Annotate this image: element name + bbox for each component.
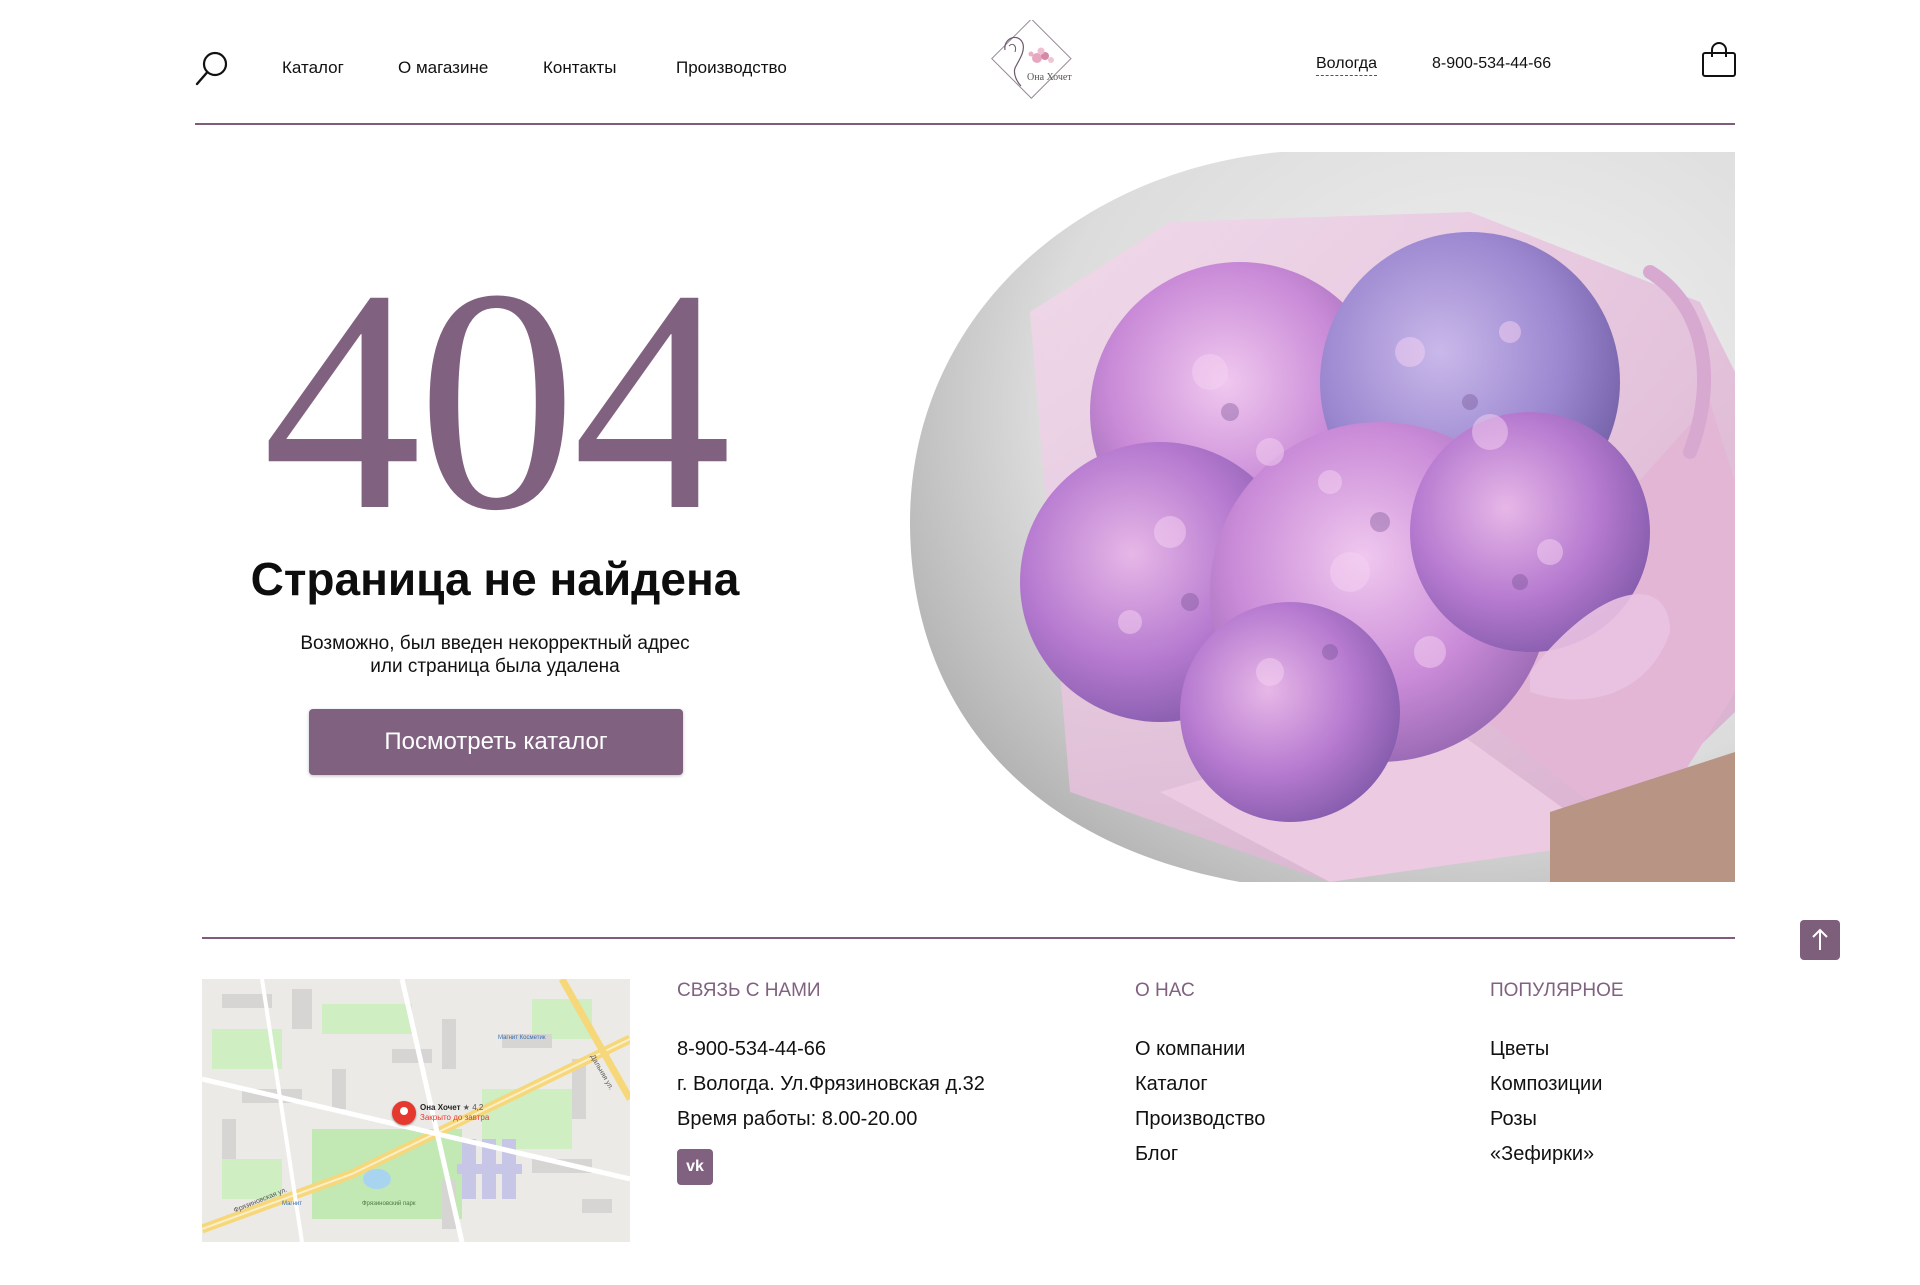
nav-about-store[interactable]: О магазине: [398, 58, 488, 78]
footer-link-company[interactable]: О компании: [1135, 1038, 1245, 1061]
vk-icon[interactable]: vk: [677, 1149, 713, 1185]
nav-contacts[interactable]: Контакты: [543, 58, 616, 78]
error-description: Возможно, был введен некорректный адрес …: [195, 632, 795, 678]
search-icon: [195, 51, 228, 86]
map-pin-icon[interactable]: [392, 1101, 416, 1125]
cart-button[interactable]: [1700, 42, 1738, 80]
error-code: 404: [262, 224, 732, 576]
map-place-name: Она Хочет: [420, 1103, 461, 1112]
error-description-line-2: или страница была удалена: [370, 656, 620, 677]
footer-divider: [202, 937, 1735, 939]
map-place-rating: ★ 4,2: [462, 1103, 484, 1112]
popular-title: ПОПУЛЯРНОЕ: [1490, 980, 1624, 1001]
footer-link-catalog[interactable]: Каталог: [1135, 1073, 1208, 1096]
header-phone[interactable]: 8-900-534-44-66: [1432, 55, 1551, 73]
location-map[interactable]: Фрязиновская ул. Дальняя ул. Фрязиновски…: [202, 979, 630, 1242]
footer-phone[interactable]: 8-900-534-44-66: [677, 1038, 826, 1061]
footer-link-compositions[interactable]: Композиции: [1490, 1073, 1602, 1096]
page-title: Страница не найдена: [250, 553, 740, 605]
header-divider: [195, 123, 1735, 125]
footer-link-blog[interactable]: Блог: [1135, 1143, 1178, 1166]
scroll-to-top-button[interactable]: [1800, 920, 1840, 960]
arrow-up-icon: [1812, 928, 1828, 950]
map-place-status: Закрыто до завтра: [420, 1113, 490, 1122]
logo[interactable]: Она Хочет: [975, 18, 1075, 110]
search-button[interactable]: [194, 48, 230, 88]
hydrangea-bouquet-image: [910, 152, 1735, 882]
map-label-park: Фрязиновский парк: [362, 1201, 416, 1207]
footer-link-roses[interactable]: Розы: [1490, 1108, 1537, 1131]
logo-text: Она Хочет: [1027, 72, 1072, 83]
city-selector[interactable]: Вологда: [1316, 55, 1377, 76]
map-label-shop: Магнит: [282, 1201, 303, 1207]
map-label-shop-2: Магнит Косметик: [498, 1035, 546, 1041]
footer-hours: Время работы: 8.00-20.00: [677, 1108, 918, 1130]
footer-address: г. Вологда. Ул.Фрязиновская д.32: [677, 1073, 985, 1095]
error-description-line-1: Возможно, был введен некорректный адрес: [300, 633, 690, 654]
view-catalog-button[interactable]: Посмотреть каталог: [309, 709, 683, 775]
footer-link-production[interactable]: Производство: [1135, 1108, 1265, 1131]
nav-production[interactable]: Производство: [676, 58, 787, 78]
nav-catalog[interactable]: Каталог: [282, 58, 344, 78]
map-place-card: Она Хочет ★ 4,2 Закрыто до завтра: [420, 1103, 489, 1123]
shopping-bag-icon: [1702, 42, 1736, 77]
contact-title: СВЯЗЬ С НАМИ: [677, 980, 821, 1001]
footer-link-flowers[interactable]: Цветы: [1490, 1038, 1549, 1061]
about-title: О НАС: [1135, 980, 1195, 1001]
footer-link-zefirki[interactable]: «Зефирки»: [1490, 1143, 1594, 1166]
